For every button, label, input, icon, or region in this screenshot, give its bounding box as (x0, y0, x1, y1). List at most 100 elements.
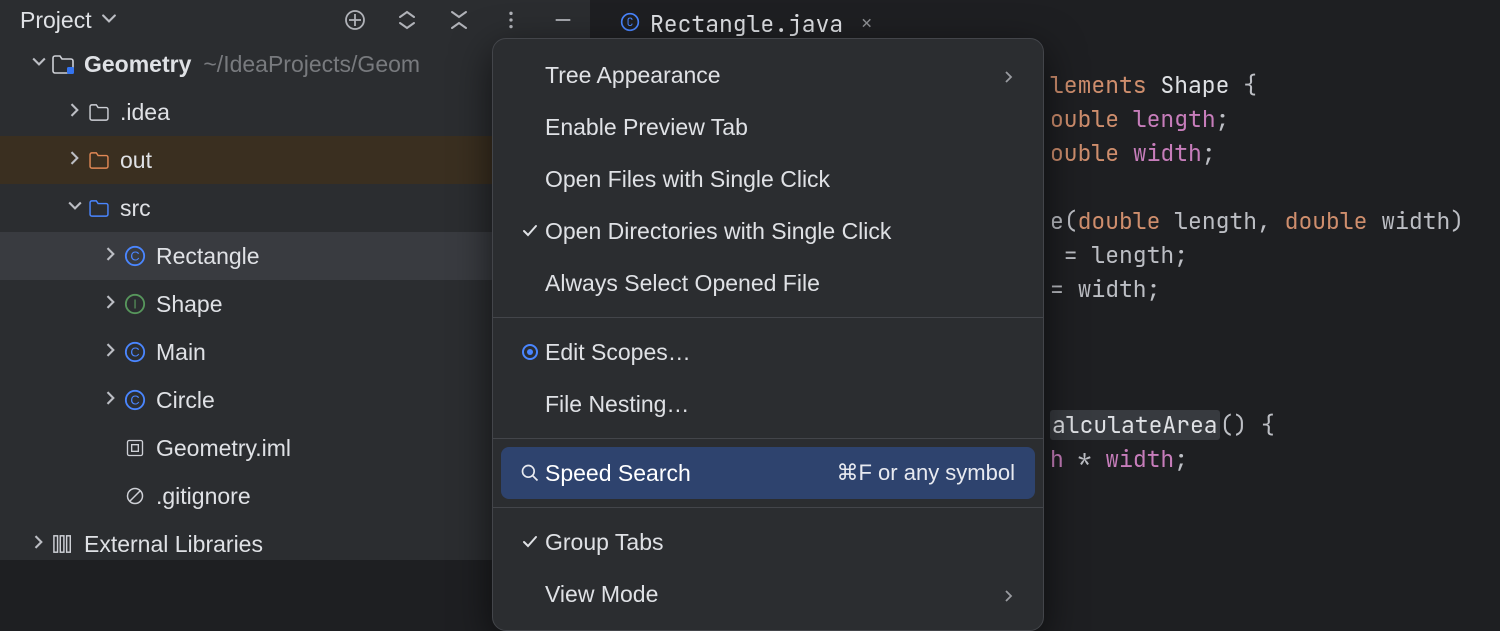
tree-item-label: Circle (156, 387, 215, 414)
folder-icon (86, 104, 112, 121)
project-view-title[interactable]: Project (20, 7, 92, 34)
class-icon: C (620, 7, 640, 41)
chevron-right-icon (1003, 62, 1015, 89)
code-token: length (1133, 104, 1216, 134)
chevron-right-icon[interactable] (64, 103, 86, 122)
tree-item-label: Rectangle (156, 243, 260, 270)
menu-label: File Nesting… (545, 391, 1015, 418)
svg-text:I: I (133, 297, 137, 312)
ignored-file-icon (122, 486, 148, 506)
code-token: ouble (1050, 138, 1133, 168)
select-opened-file-icon[interactable] (338, 3, 372, 37)
source-folder-icon (86, 200, 112, 217)
chevron-right-icon (1003, 581, 1015, 608)
code-token: width (1133, 138, 1202, 168)
editor-tab-rectangle[interactable]: C Rectangle.java ✕ (620, 7, 872, 41)
code-token: ; (1202, 138, 1216, 168)
code-token: e( (1050, 206, 1078, 236)
menu-label: Edit Scopes… (545, 339, 1015, 366)
chevron-down-icon[interactable] (102, 10, 116, 31)
menu-enable-preview-tab[interactable]: Enable Preview Tab (501, 101, 1035, 153)
code-token: h (1050, 444, 1064, 474)
menu-label: Speed Search (545, 460, 837, 487)
menu-tree-appearance[interactable]: Tree Appearance (501, 49, 1035, 101)
checkmark-icon (515, 533, 545, 551)
tree-item-label: .gitignore (156, 483, 251, 510)
code-token: width (1381, 206, 1450, 236)
menu-label: Open Files with Single Click (545, 166, 1015, 193)
menu-file-nesting[interactable]: File Nesting… (501, 378, 1035, 430)
interface-icon: I (122, 293, 148, 315)
tree-item-label: Main (156, 339, 206, 366)
menu-label: Tree Appearance (545, 62, 1003, 89)
code-token: ouble (1050, 104, 1133, 134)
excluded-folder-icon (86, 152, 112, 169)
code-token: * (1064, 444, 1105, 474)
menu-edit-scopes[interactable]: Edit Scopes… (501, 326, 1035, 378)
code-token: = length; (1050, 240, 1188, 270)
menu-always-select-opened[interactable]: Always Select Opened File (501, 257, 1035, 309)
checkmark-icon (515, 222, 545, 240)
menu-label: View Mode (545, 581, 1003, 608)
menu-open-dirs-single-click[interactable]: Open Directories with Single Click (501, 205, 1035, 257)
code-token: , (1257, 206, 1285, 236)
library-icon (50, 534, 76, 554)
chevron-right-icon[interactable] (100, 343, 122, 362)
tree-item-label: Shape (156, 291, 223, 318)
chevron-right-icon[interactable] (100, 247, 122, 266)
chevron-right-icon[interactable] (28, 535, 50, 554)
tree-item-label: External Libraries (84, 531, 263, 558)
hide-panel-icon[interactable] (546, 3, 580, 37)
tree-item-label: .idea (120, 99, 170, 126)
code-token: Shape (1160, 70, 1243, 100)
menu-separator (493, 317, 1043, 318)
class-icon: C (122, 245, 148, 267)
close-icon[interactable]: ✕ (861, 7, 872, 41)
code-token: = width; (1050, 274, 1160, 304)
project-folder-icon (50, 55, 76, 74)
chevron-down-icon[interactable] (28, 55, 50, 74)
menu-shortcut: ⌘F or any symbol (837, 460, 1016, 486)
class-icon: C (122, 341, 148, 363)
expand-all-icon[interactable] (390, 3, 424, 37)
chevron-right-icon[interactable] (64, 151, 86, 170)
more-options-icon[interactable] (494, 3, 528, 37)
menu-group-tabs[interactable]: Group Tabs (501, 516, 1035, 568)
menu-separator (493, 438, 1043, 439)
collapse-all-icon[interactable] (442, 3, 476, 37)
menu-view-mode[interactable]: View Mode (501, 568, 1035, 620)
menu-label: Group Tabs (545, 529, 1015, 556)
code-token: ; (1174, 444, 1188, 474)
project-options-popup: Tree Appearance Enable Preview Tab Open … (492, 38, 1044, 631)
search-icon (515, 463, 545, 483)
chevron-right-icon[interactable] (100, 391, 122, 410)
code-token: length (1174, 206, 1257, 236)
tree-item-label: src (120, 195, 151, 222)
code-token: width (1105, 444, 1174, 474)
code-token: ) (1450, 206, 1464, 236)
tree-item-path: ~/IdeaProjects/Geom (203, 51, 420, 78)
svg-text:C: C (130, 393, 139, 408)
chevron-right-icon[interactable] (100, 295, 122, 314)
chevron-down-icon[interactable] (64, 199, 86, 218)
code-token: double (1285, 206, 1382, 236)
code-token: () { (1220, 410, 1275, 440)
menu-label: Always Select Opened File (545, 270, 1015, 297)
code-token: ; (1216, 104, 1230, 134)
menu-separator (493, 507, 1043, 508)
menu-open-files-single-click[interactable]: Open Files with Single Click (501, 153, 1035, 205)
menu-speed-search[interactable]: Speed Search ⌘F or any symbol (501, 447, 1035, 499)
tab-label: Rectangle.java (650, 7, 843, 41)
svg-text:C: C (130, 249, 139, 264)
code-token: lements (1050, 70, 1160, 100)
menu-label: Open Directories with Single Click (545, 218, 1015, 245)
tree-item-label: out (120, 147, 152, 174)
menu-label: Enable Preview Tab (545, 114, 1015, 141)
tree-item-label: Geometry (84, 51, 191, 78)
class-icon: C (122, 389, 148, 411)
code-token: double (1078, 206, 1175, 236)
code-token: alculateArea (1050, 410, 1220, 440)
svg-text:C: C (130, 345, 139, 360)
radio-icon (515, 344, 545, 360)
tree-item-label: Geometry.iml (156, 435, 291, 462)
